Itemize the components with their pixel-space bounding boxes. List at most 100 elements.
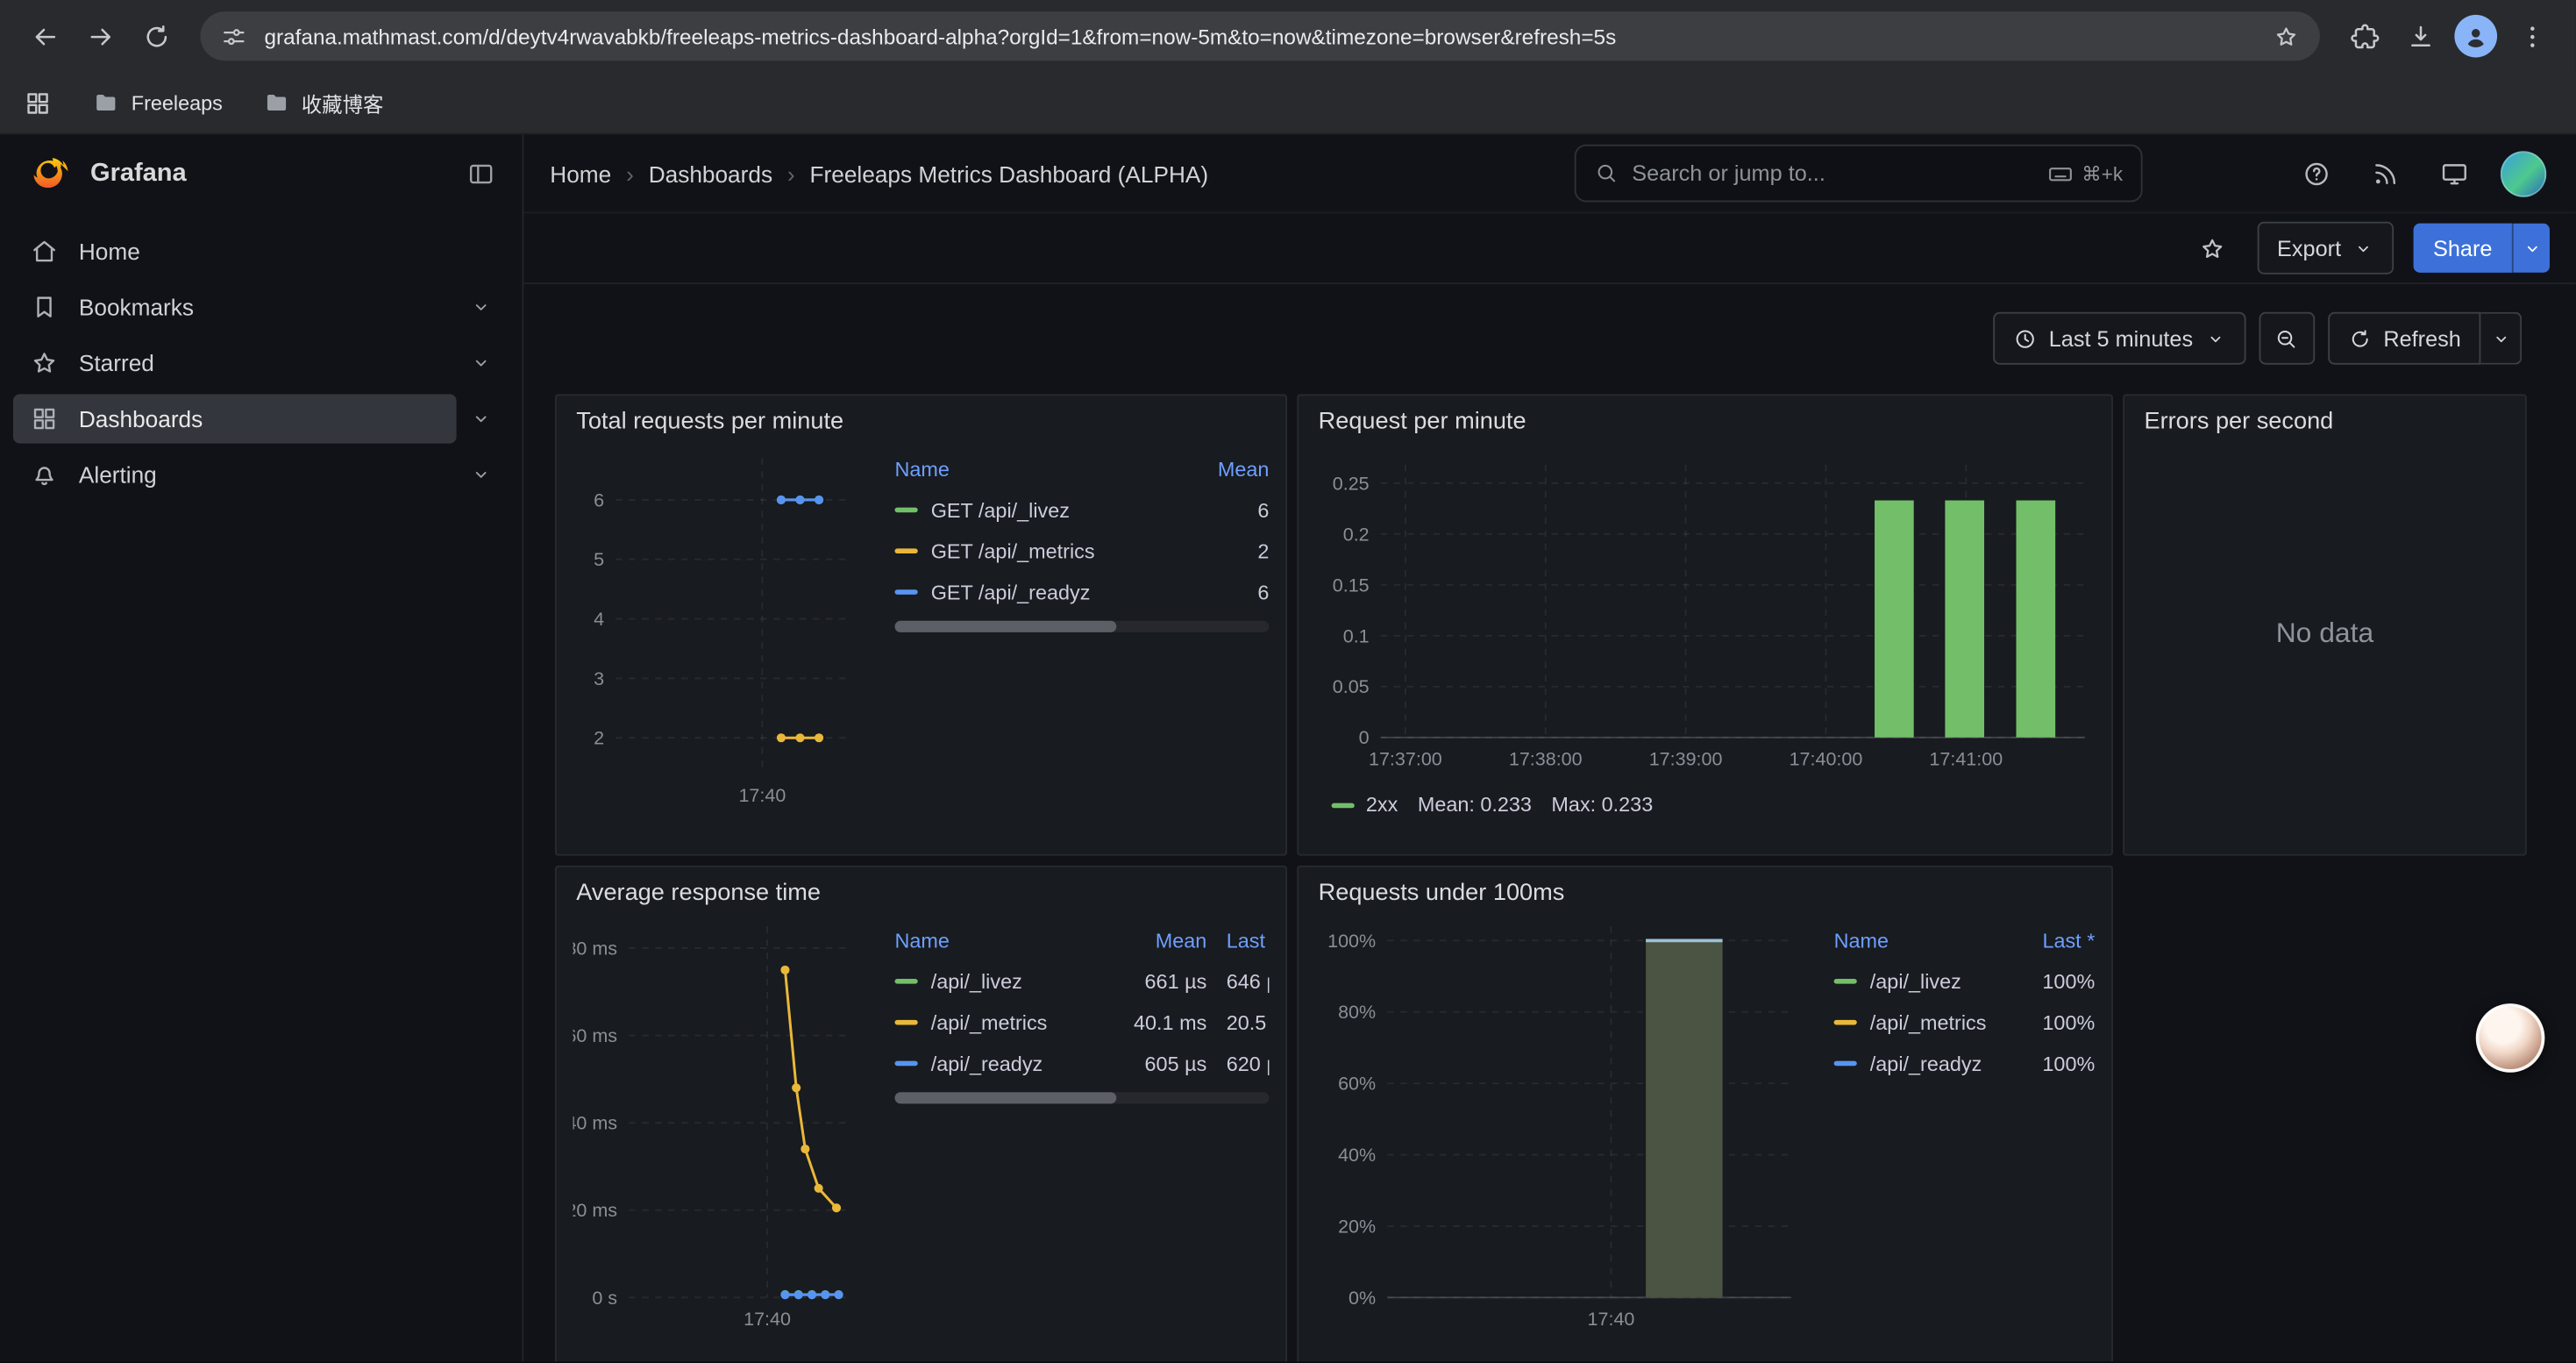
news-button[interactable] [2359, 147, 2412, 200]
expand-starred-button[interactable] [457, 339, 506, 388]
back-button[interactable] [17, 8, 73, 64]
browser-window: grafana.mathmast.com/d/deytv4rwavabkb/fr… [0, 0, 2576, 1361]
series-name[interactable]: /api/_metrics [1870, 1011, 2013, 1034]
refresh-icon [2347, 326, 2372, 351]
legend-col-last[interactable]: Last * [2013, 929, 2096, 952]
avg-response-chart[interactable]: 80 ms60 ms40 ms20 ms0 s17:40 [573, 910, 869, 1346]
sidebar-item-label: Alerting [79, 461, 157, 488]
series-name[interactable]: /api/_readyz [931, 1052, 1105, 1074]
export-label: Export [2277, 236, 2341, 260]
expand-bookmarks-button[interactable] [457, 282, 506, 332]
panel-title-text: Request per minute [1319, 409, 1526, 435]
reload-button[interactable] [128, 8, 184, 64]
sidebar-link-alerting[interactable]: Alerting [13, 450, 457, 499]
refresh-split-button: Refresh [2328, 312, 2522, 365]
series-name[interactable]: GET /api/_livez [931, 498, 1168, 521]
panel-request-per-minute: Request per minute 00.050.10.150.20.2517… [1297, 394, 2113, 855]
help-button[interactable] [2290, 147, 2343, 200]
panel-header[interactable]: Total requests per minute [557, 396, 1285, 439]
kiosk-mode-button[interactable] [2428, 147, 2480, 200]
series-swatch [895, 1061, 918, 1067]
requests-under-100ms-chart[interactable]: 100%80%60%40%20%0%17:40 [1315, 910, 1808, 1346]
share-menu-button[interactable] [2512, 224, 2550, 273]
zoom-out-button[interactable] [2259, 312, 2315, 365]
grafana-logo[interactable] [30, 152, 73, 195]
request-per-minute-chart[interactable]: 00.050.10.150.20.2517:37:0017:38:0017:39… [1315, 439, 2102, 787]
sidebar-link-home[interactable]: Home [13, 226, 506, 275]
bookmarks-bar: Freeleaps 收藏博客 [0, 72, 2576, 134]
total-requests-chart[interactable]: 6543217:40 [573, 439, 869, 823]
sidebar-link-starred[interactable]: Starred [13, 339, 457, 388]
bookmark-folder-freeleaps[interactable]: Freeleaps [92, 89, 223, 117]
sidebar-link-bookmarks[interactable]: Bookmarks [13, 282, 457, 332]
series-swatch [895, 1020, 918, 1025]
legend-scrollbar[interactable] [895, 1092, 1270, 1103]
scrollbar-thumb[interactable] [895, 621, 1116, 632]
browser-toolbar: grafana.mathmast.com/d/deytv4rwavabkb/fr… [0, 0, 2576, 72]
series-swatch [895, 548, 918, 553]
time-range-label: Last 5 minutes [2049, 326, 2193, 351]
favorite-dashboard-button[interactable] [2188, 224, 2238, 273]
legend-row: /api/_readyz 100% [1834, 1043, 2096, 1084]
svg-text:0.1: 0.1 [1343, 625, 1370, 646]
panel-header[interactable]: Average response time [557, 867, 1285, 910]
refresh-interval-button[interactable] [2480, 312, 2522, 365]
legend-col-mean[interactable]: Mean [1105, 929, 1206, 952]
bookmark-star-icon[interactable] [2273, 22, 2301, 50]
downloads-button[interactable] [2392, 8, 2448, 64]
legend-col-last[interactable]: Last * [1227, 929, 1270, 952]
profile-button[interactable] [2448, 8, 2504, 64]
download-icon [2404, 20, 2436, 52]
series-last: 620 µs [1227, 1052, 1270, 1074]
series-max: Max: 0.233 [1551, 793, 1653, 816]
series-name[interactable]: /api/_readyz [1870, 1052, 2013, 1074]
scrollbar-thumb[interactable] [895, 1092, 1116, 1103]
share-button[interactable]: Share [2414, 224, 2512, 273]
user-menu-button[interactable] [2497, 147, 2550, 200]
site-info-icon[interactable] [220, 22, 248, 50]
expand-dashboards-button[interactable] [457, 394, 506, 443]
series-last: 100% [2013, 1011, 2096, 1034]
refresh-button[interactable]: Refresh [2328, 312, 2481, 365]
series-name[interactable]: /api/_livez [1870, 970, 2013, 993]
url-bar[interactable]: grafana.mathmast.com/d/deytv4rwavabkb/fr… [200, 11, 2319, 61]
legend-col-name[interactable]: Name [895, 457, 1168, 480]
legend-scrollbar[interactable] [895, 621, 1270, 632]
apps-grid-button[interactable] [23, 88, 53, 118]
sidebar-collapse-button[interactable] [466, 159, 496, 189]
kebab-menu-icon [2516, 20, 2548, 52]
browser-menu-button[interactable] [2504, 8, 2560, 64]
breadcrumb-dashboards[interactable]: Dashboards [649, 161, 772, 187]
assistant-avatar-button[interactable] [2476, 1003, 2545, 1073]
expand-alerting-button[interactable] [457, 450, 506, 499]
breadcrumb-home[interactable]: Home [550, 161, 611, 187]
legend-col-name[interactable]: Name [895, 929, 1106, 952]
bookmark-label: Freeleaps [132, 91, 223, 114]
series-name[interactable]: 2xx [1366, 793, 1398, 816]
time-range-picker[interactable]: Last 5 minutes [1993, 312, 2245, 365]
series-mean: 40.1 ms [1105, 1011, 1206, 1034]
series-swatch [895, 589, 918, 595]
sidebar-link-dashboards[interactable]: Dashboards [13, 394, 457, 443]
series-name[interactable]: GET /api/_metrics [931, 539, 1168, 562]
series-name[interactable]: /api/_metrics [931, 1011, 1105, 1034]
svg-text:6: 6 [594, 489, 604, 510]
svg-text:17:41:00: 17:41:00 [1929, 749, 2003, 770]
export-button[interactable]: Export [2258, 222, 2394, 275]
panel-header[interactable]: Requests under 100ms [1299, 867, 2111, 910]
search-input[interactable]: Search or jump to... ⌘+k [1575, 145, 2143, 203]
legend-header-row: Name Last * [1834, 920, 2096, 961]
legend-table: Name Last * /api/_livez 100% /api/_metri… [1834, 920, 2096, 1347]
chevron-down-icon [470, 296, 493, 318]
folder-icon [92, 89, 120, 117]
svg-text:17:39:00: 17:39:00 [1649, 749, 1723, 770]
forward-button[interactable] [72, 8, 128, 64]
panel-header[interactable]: Request per minute [1299, 396, 2111, 439]
bookmark-folder-blogs[interactable]: 收藏博客 [262, 87, 384, 118]
legend-col-name[interactable]: Name [1834, 929, 2013, 952]
series-name[interactable]: /api/_livez [931, 970, 1105, 993]
extensions-button[interactable] [2337, 8, 2393, 64]
panel-header[interactable]: Errors per second [2124, 396, 2525, 439]
legend-col-mean[interactable]: Mean [1167, 457, 1269, 480]
series-name[interactable]: GET /api/_readyz [931, 581, 1168, 603]
